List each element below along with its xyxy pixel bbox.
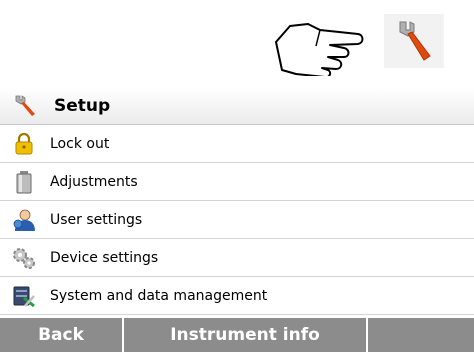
menu-item-user-settings[interactable]: User settings <box>0 201 474 239</box>
wrench-icon <box>399 21 431 61</box>
menu-item-lock-out[interactable]: Lock out <box>0 125 474 163</box>
pointing-hand-icon <box>275 23 364 76</box>
back-button[interactable]: Back <box>0 318 124 352</box>
setup-shortcut-button[interactable] <box>384 14 444 68</box>
top-area <box>0 0 474 88</box>
wrench-icon <box>15 95 35 116</box>
user-icon <box>13 209 35 231</box>
bottom-bar: Back Instrument info <box>0 318 474 352</box>
menu-item-label: System and data management <box>50 287 268 304</box>
menu-item-system-data-management[interactable]: System and data management <box>0 277 474 315</box>
menu-item-label: User settings <box>50 211 143 228</box>
menu-item-label: Lock out <box>50 135 110 152</box>
database-tools-icon <box>13 286 35 307</box>
page-title: Setup <box>54 96 111 116</box>
menu-item-label: Device settings <box>50 249 159 266</box>
menu-item-device-settings[interactable]: Device settings <box>0 239 474 277</box>
weight-icon <box>16 170 32 193</box>
gears-icon <box>13 247 35 269</box>
menu-item-adjustments[interactable]: Adjustments <box>0 163 474 201</box>
padlock-icon <box>15 132 33 154</box>
instrument-info-button[interactable]: Instrument info <box>124 318 368 352</box>
empty-softkey[interactable] <box>368 318 474 352</box>
menu-header: Setup <box>0 88 474 125</box>
menu-item-label: Adjustments <box>50 173 138 190</box>
setup-menu: Setup Lock out Adjustments User settings <box>0 88 474 315</box>
